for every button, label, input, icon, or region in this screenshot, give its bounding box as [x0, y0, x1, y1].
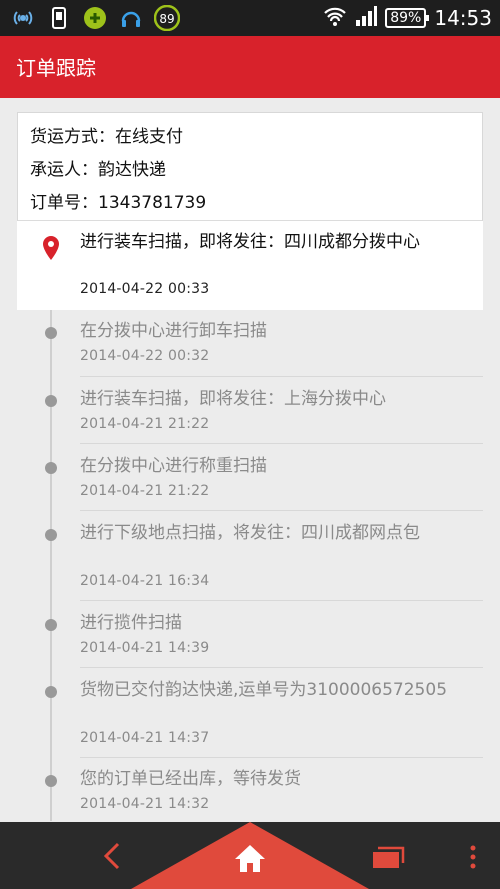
battery-icon: 89% — [385, 8, 430, 28]
timeline-text: 进行揽件扫描 — [80, 613, 182, 633]
timeline-item: 货物已交付韵达快递,运单号为3100006572505 2014-04-21 1… — [17, 668, 483, 758]
timeline-dot — [45, 775, 57, 787]
tracking-timeline[interactable]: 进行装车扫描，即将发往：四川成都分拨中心 2014-04-22 00:33 在分… — [17, 221, 483, 821]
timeline-text: 在分拨中心进行称重扫描 — [80, 456, 267, 476]
overflow-menu-icon — [470, 845, 476, 869]
timeline-item: 您的订单已经出库，等待发货 2014-04-21 14:32 — [17, 758, 483, 821]
timeline-dot — [45, 462, 57, 474]
timeline-time: 2014-04-21 21:22 — [80, 416, 210, 432]
battery-level: 89% — [390, 10, 422, 26]
app-badge-icon — [82, 5, 108, 31]
timeline-text: 货物已交付韵达快递,运单号为3100006572505 — [80, 680, 448, 700]
wifi-icon — [323, 5, 347, 31]
timeline-time: 2014-04-21 21:22 — [80, 483, 210, 499]
recent-apps-button[interactable] — [368, 840, 410, 874]
overflow-menu-button[interactable] — [462, 840, 484, 874]
bottom-navigation-bar — [0, 822, 500, 889]
timeline-text: 进行装车扫描，即将发往：上海分拨中心 — [80, 389, 386, 409]
security-badge-count: 89 — [159, 12, 174, 26]
timeline-dot — [45, 529, 57, 541]
timeline-time: 2014-04-22 00:32 — [80, 348, 210, 364]
timeline-text: 进行下级地点扫描，将发往：四川成都网点包 — [80, 523, 420, 543]
timeline-time: 2014-04-22 00:33 — [80, 281, 210, 297]
timeline-time: 2014-04-21 14:32 — [80, 796, 210, 812]
timeline-time: 2014-04-21 16:34 — [80, 573, 210, 589]
timeline-time: 2014-04-21 14:37 — [80, 730, 210, 746]
timeline-item: 进行装车扫描，即将发往：四川成都分拨中心 2014-04-22 00:33 — [17, 221, 483, 310]
order-info-card: 货运方式：在线支付 承运人：韵达快递 订单号：1343781739 — [17, 112, 483, 222]
timeline-dot — [45, 395, 57, 407]
timeline-text: 您的订单已经出库，等待发货 — [80, 769, 301, 789]
carrier: 承运人：韵达快递 — [30, 160, 166, 180]
signal-antenna-icon — [10, 5, 36, 31]
timeline-text: 在分拨中心进行卸车扫描 — [80, 321, 267, 341]
clock: 14:53 — [434, 6, 492, 30]
recent-apps-icon — [373, 846, 405, 868]
security-89-icon: 89 — [154, 5, 180, 31]
cellular-signal-icon — [355, 5, 378, 31]
home-icon — [235, 845, 265, 872]
action-bar: 订单跟踪 — [0, 36, 500, 98]
headset-icon — [118, 5, 144, 31]
home-button[interactable] — [228, 838, 272, 878]
timeline-dot — [45, 686, 57, 698]
timeline-item: 在分拨中心进行称重扫描 2014-04-21 21:22 — [17, 444, 483, 511]
back-chevron-icon — [103, 842, 120, 870]
shipping-method: 货运方式：在线支付 — [30, 127, 183, 147]
timeline-dot — [45, 619, 57, 631]
page-title: 订单跟踪 — [16, 56, 96, 80]
timeline-item: 进行揽件扫描 2014-04-21 14:39 — [17, 601, 483, 668]
back-button[interactable] — [92, 838, 132, 874]
status-bar: 89 89% 14:53 — [0, 0, 500, 36]
timeline-item: 进行装车扫描，即将发往：上海分拨中心 2014-04-21 21:22 — [17, 377, 483, 444]
location-pin-icon — [43, 236, 59, 260]
timeline-time: 2014-04-21 14:39 — [80, 640, 210, 656]
timeline-dot — [45, 327, 57, 339]
order-number: 订单号：1343781739 — [30, 193, 207, 213]
timeline-text: 进行装车扫描，即将发往：四川成都分拨中心 — [80, 232, 420, 252]
timeline-item: 在分拨中心进行卸车扫描 2014-04-22 00:32 — [17, 310, 483, 377]
phone-download-icon — [46, 5, 72, 31]
timeline-item: 进行下级地点扫描，将发往：四川成都网点包 2014-04-21 16:34 — [17, 511, 483, 601]
